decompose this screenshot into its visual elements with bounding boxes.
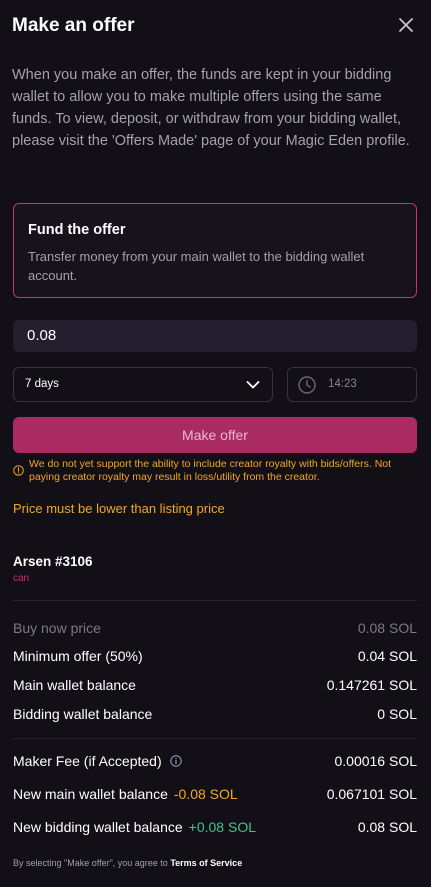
new-bidding-balance-delta: +0.08 SOL [188, 819, 256, 835]
chevron-down-icon [246, 381, 260, 389]
fund-offer-description: Transfer money from your main wallet to … [28, 249, 365, 283]
summary-label: Main wallet balance [13, 677, 136, 693]
modal-header: Make an offer [12, 14, 417, 38]
duration-select[interactable]: 7 days [13, 367, 273, 402]
time-value: 14:23 [328, 378, 357, 390]
fund-offer-card[interactable]: Fund the offer Transfer money from your … [13, 203, 417, 298]
make-offer-modal: Make an offer When you make an offer, th… [0, 0, 431, 887]
warning-icon [13, 465, 24, 476]
new-bidding-balance-label: New bidding wallet balance +0.08 SOL [13, 818, 256, 836]
new-main-balance-row: New main wallet balance -0.08 SOL 0.06710… [13, 785, 417, 803]
close-icon[interactable] [397, 16, 415, 34]
nft-collection[interactable]: can [13, 573, 29, 584]
divider [13, 600, 417, 601]
clock-icon [298, 376, 316, 394]
summary-value: 0.08 SOL [357, 620, 417, 636]
royalty-warning-text: We do not yet support the ability to inc… [29, 458, 392, 483]
terms-prefix: By selecting "Make offer", you agree to [13, 858, 168, 868]
summary-row: Bidding wallet balance 0 SOL [13, 705, 417, 723]
maker-fee-label: Maker Fee (if Accepted) [13, 752, 182, 770]
make-offer-button[interactable]: Make offer [13, 417, 417, 453]
summary-row: Main wallet balance 0.147261 SOL [13, 676, 417, 694]
new-bidding-balance-label-text: New bidding wallet balance [13, 819, 183, 835]
new-bidding-balance-row: New bidding wallet balance +0.08 SOL 0.08… [13, 818, 417, 836]
maker-fee-label-text: Maker Fee (if Accepted) [13, 753, 162, 769]
nft-name: Arsen #3106 [13, 554, 93, 569]
duration-value: 7 days [25, 378, 59, 390]
summary-label: Buy now price [13, 620, 101, 636]
terms-notice: By selecting "Make offer", you agree to … [13, 858, 242, 868]
terms-of-service-link[interactable]: Terms of Service [170, 858, 242, 868]
summary-row: Buy now price 0.08 SOL [13, 619, 417, 637]
new-main-balance-value: 0.067101 SOL [326, 786, 417, 802]
divider [13, 738, 417, 739]
modal-title: Make an offer [12, 15, 135, 36]
summary-value: 0.147261 SOL [326, 677, 417, 693]
price-warning: Price must be lower than listing price [13, 501, 225, 516]
info-icon[interactable] [169, 755, 182, 767]
intro-text: When you make an offer, the funds are ke… [12, 67, 410, 149]
maker-fee-row: Maker Fee (if Accepted) 0.00016 SOL [13, 752, 417, 770]
maker-fee-value: 0.00016 SOL [334, 753, 417, 769]
new-main-balance-label-text: New main wallet balance [13, 786, 168, 802]
new-bidding-balance-value: 0.08 SOL [357, 819, 417, 835]
summary-value: 0 SOL [377, 706, 417, 722]
summary-label: Bidding wallet balance [13, 706, 153, 722]
time-input[interactable]: 14:23 [287, 367, 417, 402]
fund-offer-title: Fund the offer [28, 222, 126, 238]
new-main-balance-label: New main wallet balance -0.08 SOL [13, 785, 238, 803]
summary-label: Minimum offer (50%) [13, 648, 143, 664]
summary-value: 0.04 SOL [357, 648, 417, 664]
new-main-balance-delta: -0.08 SOL [173, 786, 238, 802]
offer-amount-input[interactable]: 0.08 [13, 320, 417, 352]
summary-row: Minimum offer (50%) 0.04 SOL [13, 647, 417, 665]
